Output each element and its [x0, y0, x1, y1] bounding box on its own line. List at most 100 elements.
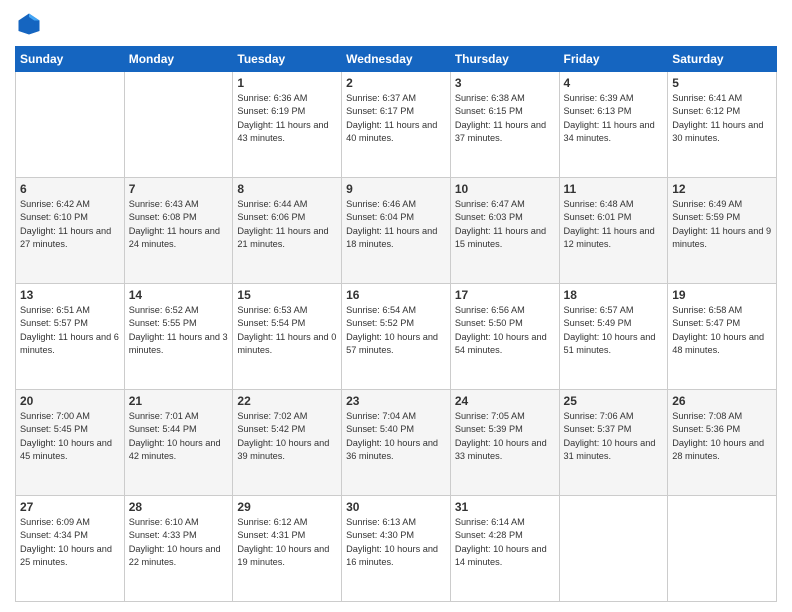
calendar-cell: 17 Sunrise: 6:56 AM Sunset: 5:50 PM Dayli…	[450, 284, 559, 390]
day-number: 23	[346, 394, 446, 408]
day-number: 1	[237, 76, 337, 90]
calendar-cell: 12 Sunrise: 6:49 AM Sunset: 5:59 PM Dayli…	[668, 178, 777, 284]
day-number: 6	[20, 182, 120, 196]
calendar-cell: 14Sunrise: 6:52 AM Sunset: 5:55 PM Dayli…	[124, 284, 233, 390]
day-number: 21	[129, 394, 229, 408]
day-number: 9	[346, 182, 446, 196]
day-info: Sunrise: 6:10 AM Sunset: 4:33 PM Dayligh…	[129, 516, 229, 569]
day-number: 31	[455, 500, 555, 514]
week-row-1: 1 Sunrise: 6:36 AM Sunset: 6:19 PM Daylig…	[16, 72, 777, 178]
day-number: 10	[455, 182, 555, 196]
weekday-header-wednesday: Wednesday	[342, 47, 451, 72]
day-number: 26	[672, 394, 772, 408]
day-number: 12	[672, 182, 772, 196]
calendar-cell: 7 Sunrise: 6:43 AM Sunset: 6:08 PM Daylig…	[124, 178, 233, 284]
day-number: 11	[564, 182, 664, 196]
calendar-cell	[124, 72, 233, 178]
day-number: 27	[20, 500, 120, 514]
week-row-5: 27 Sunrise: 6:09 AM Sunset: 4:34 PM Dayli…	[16, 496, 777, 602]
day-number: 5	[672, 76, 772, 90]
calendar-body: 1 Sunrise: 6:36 AM Sunset: 6:19 PM Daylig…	[16, 72, 777, 602]
calendar-cell: 16 Sunrise: 6:54 AM Sunset: 5:52 PM Dayli…	[342, 284, 451, 390]
calendar-cell: 1 Sunrise: 6:36 AM Sunset: 6:19 PM Daylig…	[233, 72, 342, 178]
day-info: Sunrise: 6:53 AM Sunset: 5:54 PM Dayligh…	[237, 304, 337, 357]
calendar-cell: 24 Sunrise: 7:05 AM Sunset: 5:39 PM Dayli…	[450, 390, 559, 496]
day-number: 28	[129, 500, 229, 514]
calendar-cell: 20 Sunrise: 7:00 AM Sunset: 5:45 PM Dayli…	[16, 390, 125, 496]
calendar-cell: 15 Sunrise: 6:53 AM Sunset: 5:54 PM Dayli…	[233, 284, 342, 390]
calendar-cell: 28 Sunrise: 6:10 AM Sunset: 4:33 PM Dayli…	[124, 496, 233, 602]
page: SundayMondayTuesdayWednesdayThursdayFrid…	[0, 0, 792, 612]
day-number: 14	[129, 288, 229, 302]
day-info: Sunrise: 6:43 AM Sunset: 6:08 PM Dayligh…	[129, 198, 229, 251]
calendar-cell: 30 Sunrise: 6:13 AM Sunset: 4:30 PM Dayli…	[342, 496, 451, 602]
week-row-3: 13Sunrise: 6:51 AM Sunset: 5:57 PM Dayli…	[16, 284, 777, 390]
logo-icon	[15, 10, 43, 38]
day-info: Sunrise: 6:49 AM Sunset: 5:59 PM Dayligh…	[672, 198, 772, 251]
weekday-row: SundayMondayTuesdayWednesdayThursdayFrid…	[16, 47, 777, 72]
day-info: Sunrise: 6:39 AM Sunset: 6:13 PM Dayligh…	[564, 92, 664, 145]
calendar-cell	[559, 496, 668, 602]
day-info: Sunrise: 6:48 AM Sunset: 6:01 PM Dayligh…	[564, 198, 664, 251]
calendar-cell: 3 Sunrise: 6:38 AM Sunset: 6:15 PM Daylig…	[450, 72, 559, 178]
day-info: Sunrise: 7:04 AM Sunset: 5:40 PM Dayligh…	[346, 410, 446, 463]
calendar-cell: 2 Sunrise: 6:37 AM Sunset: 6:17 PM Daylig…	[342, 72, 451, 178]
calendar-cell: 21 Sunrise: 7:01 AM Sunset: 5:44 PM Dayli…	[124, 390, 233, 496]
day-info: Sunrise: 6:47 AM Sunset: 6:03 PM Dayligh…	[455, 198, 555, 251]
day-number: 4	[564, 76, 664, 90]
day-number: 7	[129, 182, 229, 196]
day-number: 29	[237, 500, 337, 514]
day-info: Sunrise: 6:54 AM Sunset: 5:52 PM Dayligh…	[346, 304, 446, 357]
day-info: Sunrise: 7:08 AM Sunset: 5:36 PM Dayligh…	[672, 410, 772, 463]
day-number: 15	[237, 288, 337, 302]
day-info: Sunrise: 7:01 AM Sunset: 5:44 PM Dayligh…	[129, 410, 229, 463]
day-number: 19	[672, 288, 772, 302]
day-info: Sunrise: 6:36 AM Sunset: 6:19 PM Dayligh…	[237, 92, 337, 145]
weekday-header-monday: Monday	[124, 47, 233, 72]
day-number: 2	[346, 76, 446, 90]
day-info: Sunrise: 6:58 AM Sunset: 5:47 PM Dayligh…	[672, 304, 772, 357]
day-info: Sunrise: 7:05 AM Sunset: 5:39 PM Dayligh…	[455, 410, 555, 463]
calendar-cell: 13Sunrise: 6:51 AM Sunset: 5:57 PM Dayli…	[16, 284, 125, 390]
day-number: 24	[455, 394, 555, 408]
calendar-cell: 5 Sunrise: 6:41 AM Sunset: 6:12 PM Daylig…	[668, 72, 777, 178]
day-number: 20	[20, 394, 120, 408]
day-number: 18	[564, 288, 664, 302]
day-info: Sunrise: 6:41 AM Sunset: 6:12 PM Dayligh…	[672, 92, 772, 145]
day-number: 17	[455, 288, 555, 302]
day-number: 25	[564, 394, 664, 408]
day-info: Sunrise: 6:12 AM Sunset: 4:31 PM Dayligh…	[237, 516, 337, 569]
day-info: Sunrise: 6:09 AM Sunset: 4:34 PM Dayligh…	[20, 516, 120, 569]
day-info: Sunrise: 6:13 AM Sunset: 4:30 PM Dayligh…	[346, 516, 446, 569]
calendar-cell: 9Sunrise: 6:46 AM Sunset: 6:04 PM Daylig…	[342, 178, 451, 284]
day-info: Sunrise: 6:51 AM Sunset: 5:57 PM Dayligh…	[20, 304, 120, 357]
day-number: 16	[346, 288, 446, 302]
calendar-cell: 6 Sunrise: 6:42 AM Sunset: 6:10 PM Daylig…	[16, 178, 125, 284]
day-info: Sunrise: 6:37 AM Sunset: 6:17 PM Dayligh…	[346, 92, 446, 145]
week-row-4: 20 Sunrise: 7:00 AM Sunset: 5:45 PM Dayli…	[16, 390, 777, 496]
calendar-cell: 10 Sunrise: 6:47 AM Sunset: 6:03 PM Dayli…	[450, 178, 559, 284]
calendar-cell	[16, 72, 125, 178]
calendar-cell: 27 Sunrise: 6:09 AM Sunset: 4:34 PM Dayli…	[16, 496, 125, 602]
calendar-cell: 25Sunrise: 7:06 AM Sunset: 5:37 PM Dayli…	[559, 390, 668, 496]
weekday-header-friday: Friday	[559, 47, 668, 72]
week-row-2: 6 Sunrise: 6:42 AM Sunset: 6:10 PM Daylig…	[16, 178, 777, 284]
logo	[15, 10, 47, 38]
day-number: 8	[237, 182, 337, 196]
day-number: 22	[237, 394, 337, 408]
day-number: 30	[346, 500, 446, 514]
day-info: Sunrise: 6:38 AM Sunset: 6:15 PM Dayligh…	[455, 92, 555, 145]
day-info: Sunrise: 6:42 AM Sunset: 6:10 PM Dayligh…	[20, 198, 120, 251]
calendar-cell: 8 Sunrise: 6:44 AM Sunset: 6:06 PM Daylig…	[233, 178, 342, 284]
calendar-cell: 23 Sunrise: 7:04 AM Sunset: 5:40 PM Dayli…	[342, 390, 451, 496]
calendar-cell: 19 Sunrise: 6:58 AM Sunset: 5:47 PM Dayli…	[668, 284, 777, 390]
day-info: Sunrise: 6:44 AM Sunset: 6:06 PM Dayligh…	[237, 198, 337, 251]
day-info: Sunrise: 6:57 AM Sunset: 5:49 PM Dayligh…	[564, 304, 664, 357]
calendar-cell: 22Sunrise: 7:02 AM Sunset: 5:42 PM Dayli…	[233, 390, 342, 496]
day-info: Sunrise: 6:56 AM Sunset: 5:50 PM Dayligh…	[455, 304, 555, 357]
day-number: 3	[455, 76, 555, 90]
calendar-cell: 31Sunrise: 6:14 AM Sunset: 4:28 PM Dayli…	[450, 496, 559, 602]
day-info: Sunrise: 7:00 AM Sunset: 5:45 PM Dayligh…	[20, 410, 120, 463]
calendar-cell: 4 Sunrise: 6:39 AM Sunset: 6:13 PM Daylig…	[559, 72, 668, 178]
weekday-header-saturday: Saturday	[668, 47, 777, 72]
